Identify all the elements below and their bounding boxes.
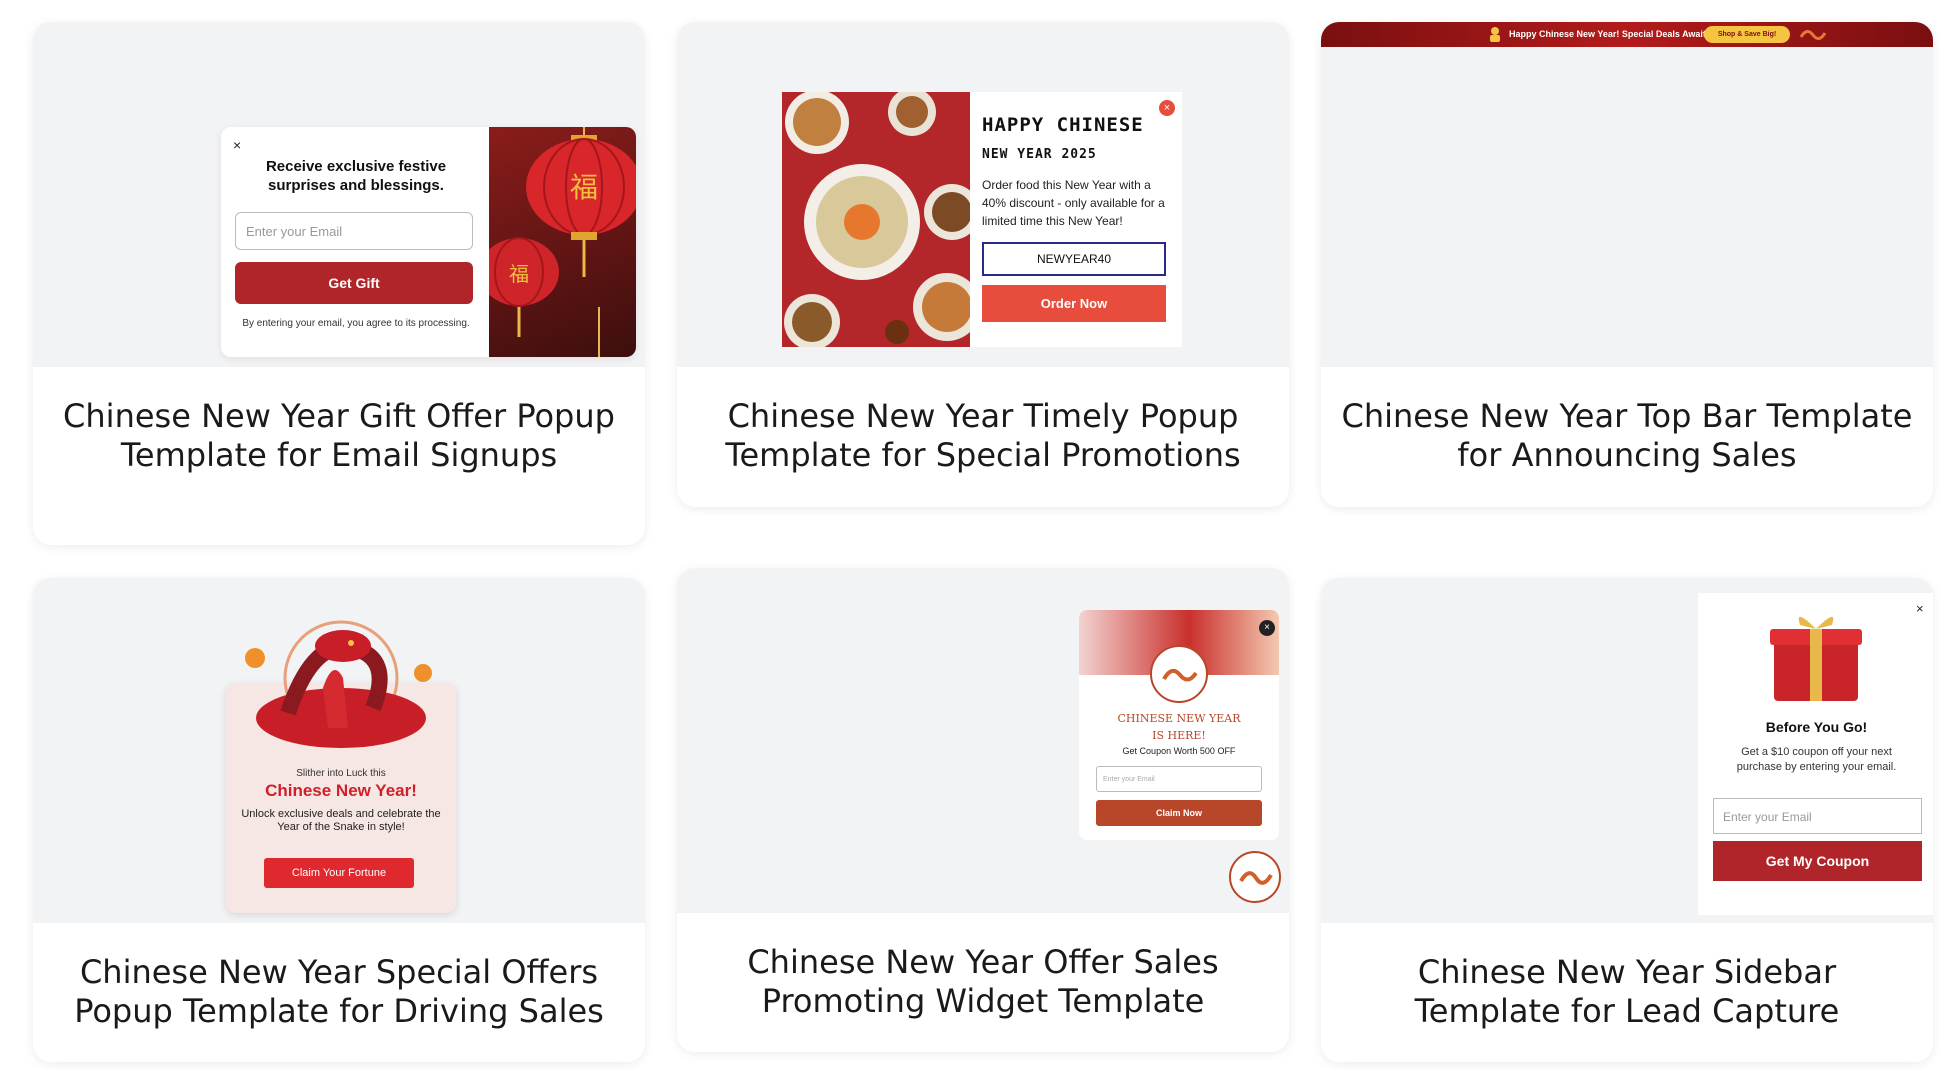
template-card-special-offers-popup[interactable]: Slither into Luck this Chinese New Year!… (33, 578, 645, 1062)
close-icon[interactable]: × (1259, 620, 1275, 636)
dragon-icon (1799, 30, 1827, 40)
timely-promo-popup: × HAPPY CHINESE NEW YEAR 2025 Order food… (782, 92, 1182, 347)
claim-fortune-button[interactable]: Claim Your Fortune (264, 858, 414, 888)
consent-note: By entering your email, you agree to its… (242, 318, 470, 329)
svg-text:福: 福 (570, 171, 598, 204)
sidebar-body: Get a $10 coupon off your next purchase … (1736, 746, 1897, 773)
food-image (782, 92, 970, 347)
close-icon[interactable]: × (1916, 601, 1924, 616)
card-title[interactable]: Chinese New Year Timely Popup Template f… (677, 367, 1289, 475)
widget-heading: CHINESE NEW YEAR IS HERE! (1079, 710, 1279, 744)
widget-heading-line2: IS HERE! (1152, 729, 1206, 742)
lead-capture-sidebar: × Before You Go! Get a $10 coupon off yo… (1698, 593, 1933, 915)
card-title[interactable]: Chinese New Year Special Offers Popup Te… (33, 923, 645, 1031)
popup-body: Order food this New Year with a 40% disc… (982, 178, 1165, 228)
get-gift-button[interactable]: Get Gift (235, 262, 473, 304)
widget-launcher-button[interactable] (1229, 851, 1281, 903)
popup-headline: Receive exclusive festive surprises and … (265, 158, 447, 194)
card-preview: × Receive exclusive festive surprises an… (33, 22, 645, 367)
card-preview: Slither into Luck this Chinese New Year!… (33, 578, 645, 923)
card-title[interactable]: Chinese New Year Sidebar Template for Le… (1321, 923, 1933, 1031)
close-icon[interactable]: × (233, 137, 241, 153)
card-preview: × Before You Go! Get a $10 coupon off yo… (1321, 578, 1933, 923)
template-card-top-bar[interactable]: Happy Chinese New Year! Special Deals Aw… (1321, 22, 1933, 507)
gift-box-icon (1770, 616, 1862, 701)
shop-save-button[interactable]: Shop & Save Big! (1704, 26, 1790, 43)
svg-text:福: 福 (509, 262, 529, 286)
card-title[interactable]: Chinese New Year Top Bar Template for An… (1321, 367, 1933, 475)
card-preview: × CHINESE NEW YEAR IS HERE! Get Coupon W… (677, 568, 1289, 913)
card-title[interactable]: Chinese New Year Gift Offer Popup Templa… (33, 367, 645, 475)
template-card-gift-offer-popup[interactable]: × Receive exclusive festive surprises an… (33, 22, 645, 545)
lantern-illustration: 福 福 (489, 127, 636, 357)
card-preview: Happy Chinese New Year! Special Deals Aw… (1321, 22, 1933, 367)
popup-headline: Chinese New Year! (265, 781, 417, 800)
popup-subheading: Slither into Luck this (296, 768, 386, 779)
template-card-timely-popup[interactable]: × HAPPY CHINESE NEW YEAR 2025 Order food… (677, 22, 1289, 507)
food-illustration (782, 92, 970, 347)
order-now-button[interactable]: Order Now (982, 285, 1166, 322)
close-icon[interactable]: × (1159, 100, 1175, 116)
top-bar-text: Happy Chinese New Year! Special Deals Aw… (1509, 29, 1706, 39)
fortune-god-icon (1490, 27, 1500, 42)
template-card-sidebar[interactable]: × Before You Go! Get a $10 coupon off yo… (1321, 578, 1933, 1062)
widget-heading-line1: CHINESE NEW YEAR (1117, 712, 1241, 725)
offer-widget-popup: × CHINESE NEW YEAR IS HERE! Get Coupon W… (1079, 610, 1279, 840)
email-field[interactable]: Enter your Email (235, 212, 473, 250)
get-coupon-button[interactable]: Get My Coupon (1713, 841, 1922, 881)
widget-subheading: Get Coupon Worth 500 OFF (1122, 746, 1236, 756)
dragon-icon (1239, 871, 1273, 885)
dragon-icon (1162, 668, 1198, 682)
email-field[interactable]: Enter your Email (1713, 798, 1922, 834)
announcement-top-bar: Happy Chinese New Year! Special Deals Aw… (1321, 22, 1933, 47)
lanterns-image: 福 福 (489, 127, 636, 357)
dragon-logo (1150, 645, 1208, 703)
coupon-code-box[interactable]: NEWYEAR40 (982, 242, 1166, 276)
card-preview: × HAPPY CHINESE NEW YEAR 2025 Order food… (677, 22, 1289, 367)
sidebar-heading: Before You Go! (1765, 719, 1868, 735)
snake-illustration (245, 620, 432, 748)
popup-heading: HAPPY CHINESE (982, 114, 1144, 136)
popup-subheading: NEW YEAR 2025 (982, 147, 1097, 162)
email-field[interactable]: Enter your Email (1096, 766, 1262, 792)
gift-offer-popup: × Receive exclusive festive surprises an… (221, 127, 636, 357)
card-title[interactable]: Chinese New Year Offer Sales Promoting W… (677, 913, 1289, 1021)
template-card-offer-widget[interactable]: × CHINESE NEW YEAR IS HERE! Get Coupon W… (677, 568, 1289, 1052)
popup-body: Unlock exclusive deals and celebrate the… (241, 808, 441, 833)
claim-now-button[interactable]: Claim Now (1096, 800, 1262, 826)
